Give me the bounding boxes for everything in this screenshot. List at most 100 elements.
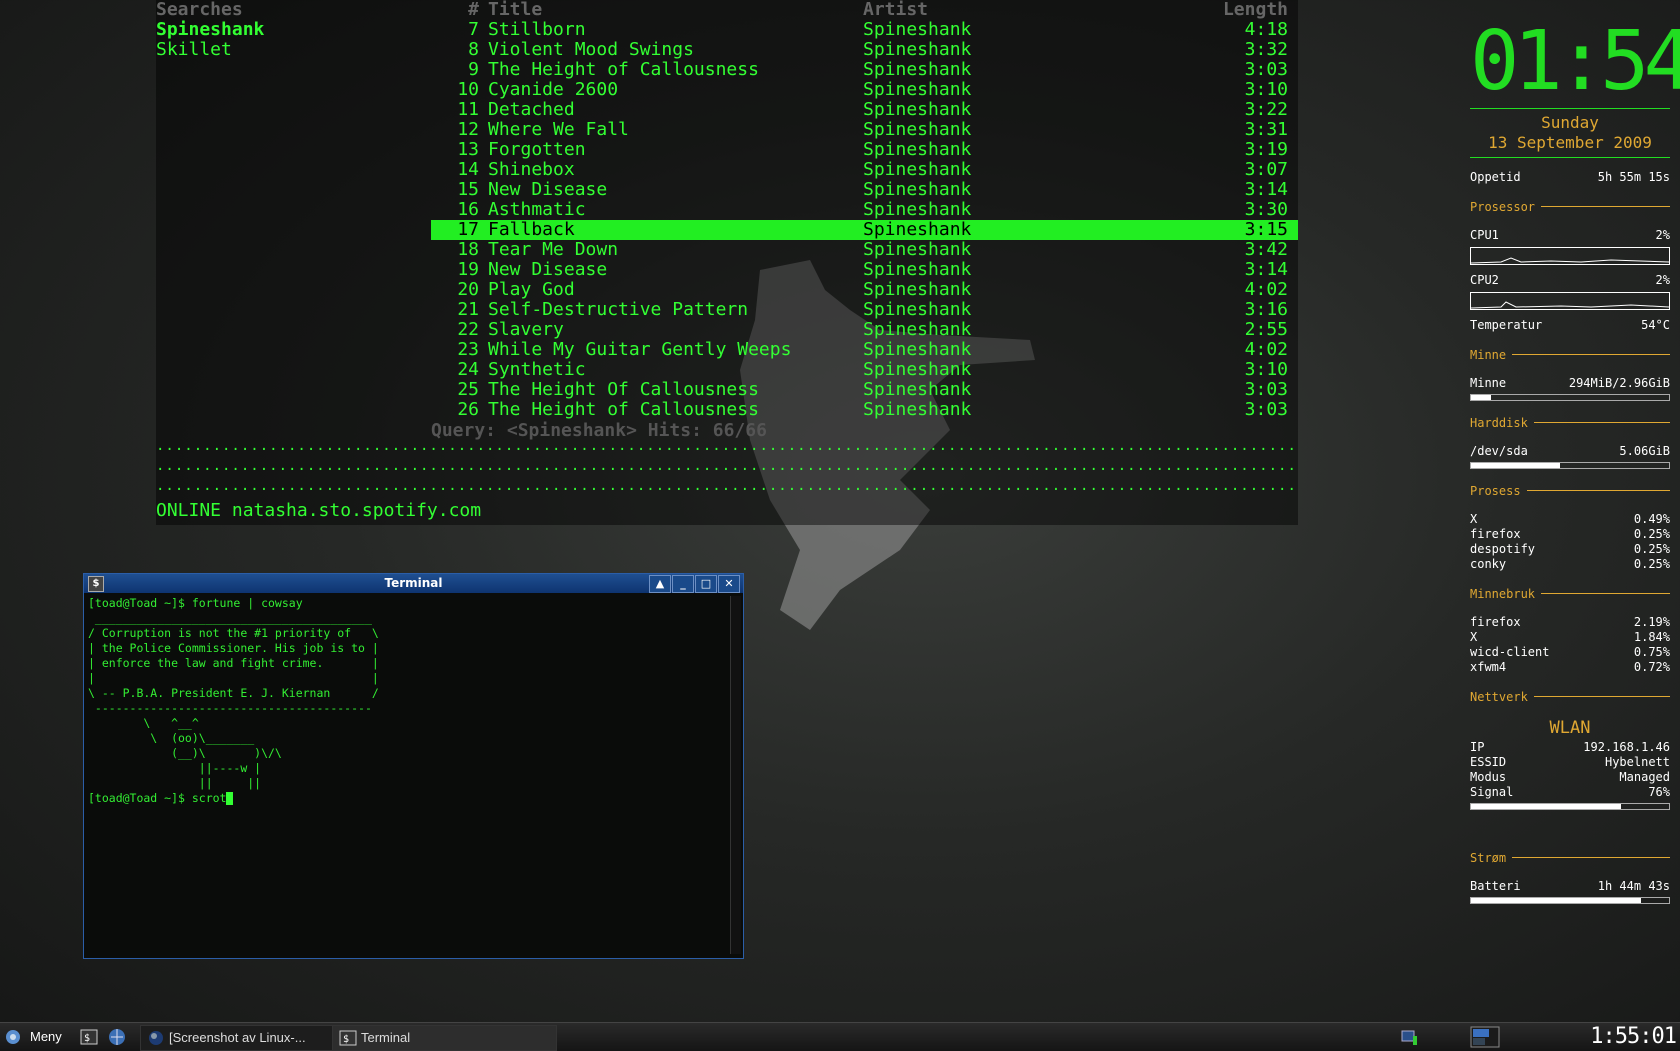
track-row[interactable]: 8 Violent Mood Swings Spineshank 3:32 xyxy=(431,40,1298,60)
terminal-titlebar[interactable]: $ Terminal ▲ _ □ ✕ xyxy=(84,574,743,593)
section-process: Prosess xyxy=(1470,483,1670,498)
uptime-label: Oppetid xyxy=(1470,170,1521,184)
track-title: While My Guitar Gently Weeps xyxy=(488,339,792,360)
uptime-row: Oppetid 5h 55m 15s xyxy=(1470,170,1670,185)
track-row[interactable]: 18 Tear Me Down Spineshank 3:42 xyxy=(431,240,1298,260)
signal-bar-fill xyxy=(1471,804,1622,809)
track-row[interactable]: 20 Play God Spineshank 4:02 xyxy=(431,280,1298,300)
maximize-button[interactable]: □ xyxy=(695,575,717,593)
search-item-skillet[interactable]: Skillet xyxy=(156,40,426,60)
browser-launcher-icon[interactable] xyxy=(108,1028,126,1046)
track-title: The Height of Callousness xyxy=(488,59,759,80)
track-row[interactable]: 25 The Height Of Callousness Spineshank 3:0… xyxy=(431,380,1298,400)
track-artist: Spineshank xyxy=(863,259,972,280)
section-network: Nettverk xyxy=(1470,689,1670,704)
track-row[interactable]: 14 Shinebox Spineshank 3:07 xyxy=(431,160,1298,180)
track-row[interactable]: 16 Asthmatic Spineshank 3:30 xyxy=(431,200,1298,220)
track-artist: Spineshank xyxy=(863,159,972,180)
track-title: Stillborn xyxy=(488,19,586,40)
terminal-text: [toad@Toad ~]$ fortune | cowsay ________… xyxy=(88,596,379,805)
track-length: 3:16 xyxy=(1244,299,1288,320)
track-title: Detached xyxy=(488,99,575,120)
track-num: 14 xyxy=(457,159,479,180)
track-row[interactable]: 12 Where We Fall Spineshank 3:31 xyxy=(431,120,1298,140)
terminal-scrollbar[interactable] xyxy=(730,596,741,954)
proc-name: firefox xyxy=(1470,527,1521,541)
terminal-launcher-icon[interactable]: $ xyxy=(80,1028,98,1046)
track-num: 16 xyxy=(457,199,479,220)
section-disk: Harddisk xyxy=(1470,415,1670,430)
battery-bar xyxy=(1470,897,1670,904)
memuse-name: wicd-client xyxy=(1470,645,1550,659)
track-num: 11 xyxy=(457,99,479,120)
col-num: # xyxy=(468,0,479,20)
track-row[interactable]: 11 Detached Spineshank 3:22 xyxy=(431,100,1298,120)
track-title: New Disease xyxy=(488,179,608,200)
proc-row: firefox 0.25% xyxy=(1470,527,1670,542)
track-row[interactable]: 22 Slavery Spineshank 2:55 xyxy=(431,320,1298,340)
track-title: The Height Of Callousness xyxy=(488,379,759,400)
track-title: Where We Fall xyxy=(488,119,629,140)
track-num: 7 xyxy=(468,19,479,40)
firefox-icon xyxy=(149,1031,163,1045)
track-num: 21 xyxy=(457,299,479,320)
taskbar-clock[interactable]: 1:55:01 xyxy=(1590,1023,1677,1051)
track-artist: Spineshank xyxy=(863,399,972,420)
signal-row: Signal 76% xyxy=(1470,785,1670,800)
track-row[interactable]: 13 Forgotten Spineshank 3:19 xyxy=(431,140,1298,160)
proc-name: X xyxy=(1470,512,1478,526)
disk-bar-fill xyxy=(1471,463,1561,468)
track-length: 3:03 xyxy=(1244,59,1288,80)
menu-label: Meny xyxy=(30,1029,62,1044)
track-row[interactable]: 15 New Disease Spineshank 3:14 xyxy=(431,180,1298,200)
track-row[interactable]: 19 New Disease Spineshank 3:14 xyxy=(431,260,1298,280)
shade-button[interactable]: ▲ xyxy=(649,575,671,593)
terminal-window[interactable]: $ Terminal ▲ _ □ ✕ [toad@Toad ~]$ fortun… xyxy=(83,573,744,959)
track-row[interactable]: 24 Synthetic Spineshank 3:10 xyxy=(431,360,1298,380)
mode-value: Managed xyxy=(1619,770,1670,784)
temp-value: 54°C xyxy=(1641,318,1670,332)
xfce-mouse-icon xyxy=(6,1030,20,1044)
track-row[interactable]: 21 Self-Destructive Pattern Spineshank 3:16 xyxy=(431,300,1298,320)
terminal-output[interactable]: [toad@Toad ~]$ fortune | cowsay ________… xyxy=(84,593,743,809)
track-num: 10 xyxy=(457,79,479,100)
terminal-app-icon[interactable]: $ xyxy=(88,576,104,592)
track-row[interactable]: 7 Stillborn Spineshank 4:18 xyxy=(431,20,1298,40)
track-title: Fallback xyxy=(488,219,575,240)
cpu1-graph xyxy=(1470,247,1670,265)
track-artist: Spineshank xyxy=(863,299,972,320)
track-num: 8 xyxy=(468,39,479,60)
track-num: 15 xyxy=(457,179,479,200)
task-screenshot[interactable]: [Screenshot av Linux-... xyxy=(140,1025,355,1051)
track-num: 22 xyxy=(457,319,479,340)
track-length: 3:03 xyxy=(1244,379,1288,400)
track-length: 3:14 xyxy=(1244,259,1288,280)
track-row[interactable]: 17 Fallback Spineshank 3:15 xyxy=(431,220,1298,240)
mem-label: Minne xyxy=(1470,376,1507,390)
close-button[interactable]: ✕ xyxy=(718,575,740,593)
track-length: 3:03 xyxy=(1244,399,1288,420)
minimize-button[interactable]: _ xyxy=(672,575,694,593)
workspace-switcher-icon[interactable] xyxy=(1470,1026,1500,1048)
track-artist: Spineshank xyxy=(863,119,972,140)
network-tray-icon[interactable] xyxy=(1400,1028,1418,1046)
track-row[interactable]: 23 While My Guitar Gently Weeps Spineshank… xyxy=(431,340,1298,360)
conky-date: 13 September 2009 xyxy=(1488,133,1652,152)
track-artist: Spineshank xyxy=(863,239,972,260)
track-num: 20 xyxy=(457,279,479,300)
track-row[interactable]: 26 The Height of Callousness Spineshank 3:0… xyxy=(431,400,1298,420)
searches-pane: Searches Spineshank Skillet xyxy=(156,0,426,60)
track-artist: Spineshank xyxy=(863,79,972,100)
track-num: 9 xyxy=(468,59,479,80)
track-row[interactable]: 10 Cyanide 2600 Spineshank 3:10 xyxy=(431,80,1298,100)
search-item-spineshank[interactable]: Spineshank xyxy=(156,20,426,40)
conky-monitor: 01:54 Sunday 13 September 2009 Oppetid 5… xyxy=(1470,20,1680,910)
task-terminal[interactable]: $ Terminal xyxy=(332,1025,557,1051)
ip-row: IP 192.168.1.46 xyxy=(1470,740,1670,755)
progress-dots-3: ········································… xyxy=(156,482,1298,498)
track-row[interactable]: 9 The Height of Callousness Spineshank 3:03 xyxy=(431,60,1298,80)
track-artist: Spineshank xyxy=(863,99,972,120)
cpu2-label: CPU2 xyxy=(1470,273,1499,287)
cpu2-graph xyxy=(1470,292,1670,310)
memuse-name: xfwm4 xyxy=(1470,660,1507,674)
